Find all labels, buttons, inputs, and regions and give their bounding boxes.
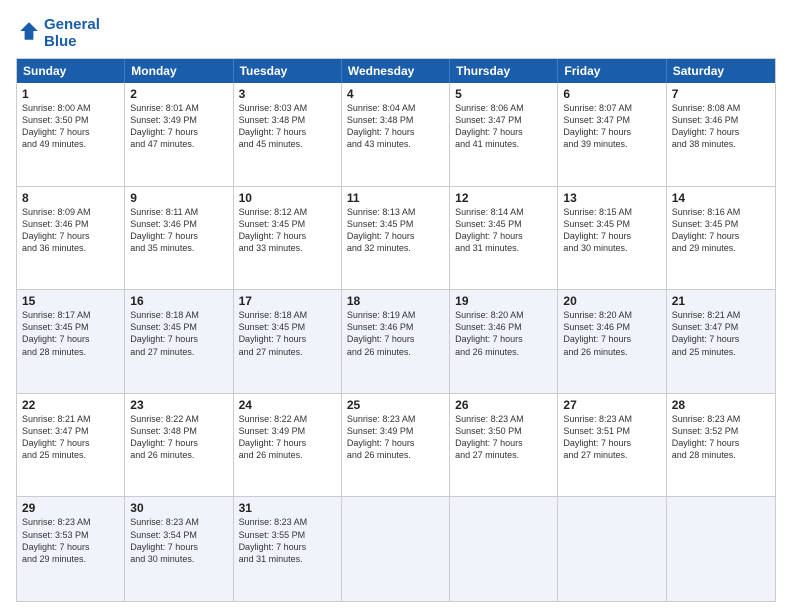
table-row: 22Sunrise: 8:21 AM Sunset: 3:47 PM Dayli… <box>17 394 125 497</box>
table-row: 12Sunrise: 8:14 AM Sunset: 3:45 PM Dayli… <box>450 187 558 290</box>
table-row: 17Sunrise: 8:18 AM Sunset: 3:45 PM Dayli… <box>234 290 342 393</box>
table-row: 21Sunrise: 8:21 AM Sunset: 3:47 PM Dayli… <box>667 290 775 393</box>
table-row: 10Sunrise: 8:12 AM Sunset: 3:45 PM Dayli… <box>234 187 342 290</box>
header-thursday: Thursday <box>450 59 558 83</box>
calendar-row-2: 8Sunrise: 8:09 AM Sunset: 3:46 PM Daylig… <box>17 187 775 291</box>
table-row: 25Sunrise: 8:23 AM Sunset: 3:49 PM Dayli… <box>342 394 450 497</box>
table-row: 7Sunrise: 8:08 AM Sunset: 3:46 PM Daylig… <box>667 83 775 186</box>
table-row: 24Sunrise: 8:22 AM Sunset: 3:49 PM Dayli… <box>234 394 342 497</box>
header: General Blue <box>16 16 776 50</box>
calendar-row-3: 15Sunrise: 8:17 AM Sunset: 3:45 PM Dayli… <box>17 290 775 394</box>
table-row: 18Sunrise: 8:19 AM Sunset: 3:46 PM Dayli… <box>342 290 450 393</box>
table-row: 3Sunrise: 8:03 AM Sunset: 3:48 PM Daylig… <box>234 83 342 186</box>
table-row: 6Sunrise: 8:07 AM Sunset: 3:47 PM Daylig… <box>558 83 666 186</box>
table-row: 16Sunrise: 8:18 AM Sunset: 3:45 PM Dayli… <box>125 290 233 393</box>
table-row: 11Sunrise: 8:13 AM Sunset: 3:45 PM Dayli… <box>342 187 450 290</box>
table-row: 29Sunrise: 8:23 AM Sunset: 3:53 PM Dayli… <box>17 497 125 601</box>
header-sunday: Sunday <box>17 59 125 83</box>
table-row: 28Sunrise: 8:23 AM Sunset: 3:52 PM Dayli… <box>667 394 775 497</box>
table-row: 30Sunrise: 8:23 AM Sunset: 3:54 PM Dayli… <box>125 497 233 601</box>
table-row <box>667 497 775 601</box>
header-friday: Friday <box>558 59 666 83</box>
header-monday: Monday <box>125 59 233 83</box>
table-row: 20Sunrise: 8:20 AM Sunset: 3:46 PM Dayli… <box>558 290 666 393</box>
header-wednesday: Wednesday <box>342 59 450 83</box>
page: General Blue Sunday Monday Tuesday Wedne… <box>0 0 792 612</box>
table-row: 1Sunrise: 8:00 AM Sunset: 3:50 PM Daylig… <box>17 83 125 186</box>
table-row: 27Sunrise: 8:23 AM Sunset: 3:51 PM Dayli… <box>558 394 666 497</box>
calendar-row-1: 1Sunrise: 8:00 AM Sunset: 3:50 PM Daylig… <box>17 83 775 187</box>
table-row: 9Sunrise: 8:11 AM Sunset: 3:46 PM Daylig… <box>125 187 233 290</box>
table-row: 8Sunrise: 8:09 AM Sunset: 3:46 PM Daylig… <box>17 187 125 290</box>
logo-icon <box>18 20 40 42</box>
logo-line2: Blue <box>44 33 100 50</box>
calendar-header: Sunday Monday Tuesday Wednesday Thursday… <box>17 59 775 83</box>
table-row: 14Sunrise: 8:16 AM Sunset: 3:45 PM Dayli… <box>667 187 775 290</box>
calendar-row-4: 22Sunrise: 8:21 AM Sunset: 3:47 PM Dayli… <box>17 394 775 498</box>
header-tuesday: Tuesday <box>234 59 342 83</box>
table-row: 5Sunrise: 8:06 AM Sunset: 3:47 PM Daylig… <box>450 83 558 186</box>
table-row: 26Sunrise: 8:23 AM Sunset: 3:50 PM Dayli… <box>450 394 558 497</box>
table-row: 23Sunrise: 8:22 AM Sunset: 3:48 PM Dayli… <box>125 394 233 497</box>
table-row: 4Sunrise: 8:04 AM Sunset: 3:48 PM Daylig… <box>342 83 450 186</box>
calendar-body: 1Sunrise: 8:00 AM Sunset: 3:50 PM Daylig… <box>17 83 775 601</box>
table-row: 13Sunrise: 8:15 AM Sunset: 3:45 PM Dayli… <box>558 187 666 290</box>
table-row: 19Sunrise: 8:20 AM Sunset: 3:46 PM Dayli… <box>450 290 558 393</box>
table-row <box>450 497 558 601</box>
table-row: 15Sunrise: 8:17 AM Sunset: 3:45 PM Dayli… <box>17 290 125 393</box>
table-row: 31Sunrise: 8:23 AM Sunset: 3:55 PM Dayli… <box>234 497 342 601</box>
header-saturday: Saturday <box>667 59 775 83</box>
calendar: Sunday Monday Tuesday Wednesday Thursday… <box>16 58 776 602</box>
logo-line1: General <box>44 16 100 33</box>
logo: General Blue <box>16 16 100 50</box>
table-row: 2Sunrise: 8:01 AM Sunset: 3:49 PM Daylig… <box>125 83 233 186</box>
calendar-row-5: 29Sunrise: 8:23 AM Sunset: 3:53 PM Dayli… <box>17 497 775 601</box>
table-row <box>342 497 450 601</box>
table-row <box>558 497 666 601</box>
